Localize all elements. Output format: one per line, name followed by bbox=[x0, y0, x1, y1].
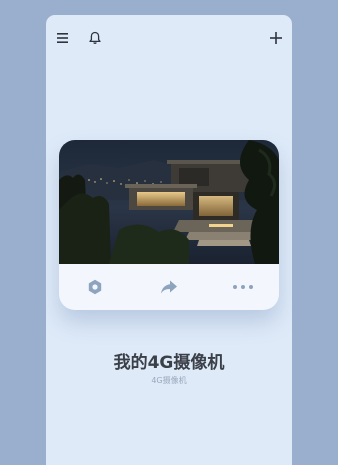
more-dots-icon bbox=[233, 285, 253, 289]
menu-button[interactable] bbox=[51, 26, 75, 50]
gear-settings-icon bbox=[88, 279, 102, 295]
settings-button[interactable] bbox=[83, 275, 107, 299]
share-arrow-icon bbox=[161, 280, 177, 294]
camera-preview-image[interactable] bbox=[59, 140, 279, 264]
hamburger-menu-icon bbox=[57, 33, 68, 43]
add-device-button[interactable] bbox=[264, 26, 288, 50]
top-bar bbox=[46, 15, 292, 61]
share-button[interactable] bbox=[157, 275, 181, 299]
plus-icon bbox=[270, 32, 282, 44]
bell-icon bbox=[89, 31, 101, 44]
device-card[interactable] bbox=[59, 140, 279, 310]
app-screen: 我的4G摄像机 4G摄像机 bbox=[46, 15, 292, 465]
device-name: 我的4G摄像机 bbox=[113, 353, 225, 373]
notification-button[interactable] bbox=[83, 26, 107, 50]
device-type: 4G摄像机 bbox=[151, 376, 187, 385]
device-actions-bar bbox=[59, 264, 279, 310]
more-options-button[interactable] bbox=[231, 275, 255, 299]
